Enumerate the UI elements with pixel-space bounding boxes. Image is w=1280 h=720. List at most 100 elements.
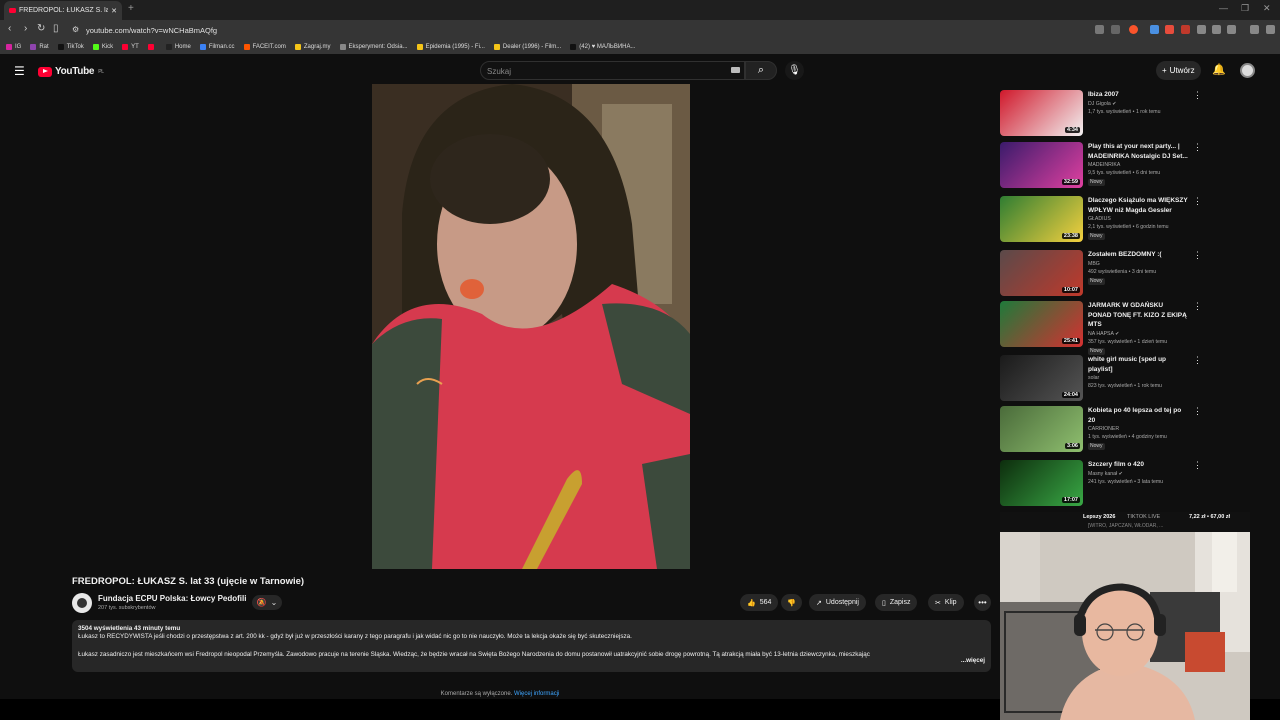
recommendation-title[interactable]: Kobieta po 40 lepsza od tej po 20 (1088, 407, 1181, 424)
more-info-link[interactable]: Więcej informacji (514, 691, 559, 697)
recommendation-item[interactable]: 3:06 Kobieta po 40 lepsza od tej po 20 CAR… (1000, 406, 1202, 456)
extension-icon-1[interactable] (1150, 25, 1159, 34)
like-count: 564 (759, 599, 772, 606)
maximize-icon[interactable]: ❐ (1241, 3, 1249, 14)
bookmark-item[interactable]: Kick (92, 44, 113, 50)
show-more-link[interactable]: ...więcej (957, 657, 985, 664)
bookmark-item[interactable]: Rat (30, 44, 49, 50)
forward-icon[interactable]: › (24, 23, 27, 34)
share-button[interactable]: ↗ Udostępnij (809, 594, 866, 611)
channel-name[interactable]: Fundacja ECPU Polska: Łowcy Pedofili (98, 594, 246, 603)
recommendation-channel[interactable]: DJ Gigola ✔ (1088, 100, 1188, 108)
bookmark-item[interactable]: TikTok (57, 44, 84, 50)
recommendation-title[interactable]: Play this at your next party... | MADEIN… (1088, 143, 1188, 160)
more-options-icon[interactable]: ⋮ (1193, 142, 1202, 153)
more-options-icon[interactable]: ⋮ (1193, 250, 1202, 261)
notifications-bell-icon[interactable]: 🔔 (1212, 63, 1226, 76)
hamburger-menu-icon[interactable]: ☰ (14, 64, 25, 78)
recommendation-channel[interactable]: CARRIONER (1088, 425, 1188, 433)
account-avatar[interactable] (1240, 63, 1255, 78)
recommendation-thumbnail[interactable]: 23:38 (1000, 196, 1083, 242)
tab-close-icon[interactable]: ✕ (111, 7, 117, 15)
clip-button[interactable]: ✂ Klip (928, 594, 964, 611)
more-options-icon[interactable]: ⋮ (1193, 301, 1202, 312)
site-info-icon[interactable]: ⚙ (72, 25, 79, 34)
recommendation-channel[interactable]: Masny kanał ✔ (1088, 470, 1188, 478)
extension-icon-2[interactable] (1165, 25, 1174, 34)
more-options-icon[interactable]: ⋮ (1193, 460, 1202, 471)
recommendation-thumbnail[interactable]: 10:07 (1000, 250, 1083, 296)
subscription-notification-button[interactable]: 🔕 ⌄ (252, 595, 282, 610)
recommendation-item[interactable]: 4:34 Ibiza 2007 DJ Gigola ✔ 1,7 tys. wyświe… (1000, 90, 1202, 140)
download-icon[interactable] (1212, 25, 1221, 34)
recommendation-item[interactable]: 25:41 JARMARK W GDAŃSKU PONAD TONĘ FT. KI… (1000, 301, 1202, 355)
search-button[interactable]: ⌕ (745, 61, 777, 80)
more-options-icon[interactable]: ⋮ (1193, 90, 1202, 101)
recommendation-title[interactable]: Ibiza 2007 (1088, 91, 1119, 98)
bookmark-item[interactable]: Zagraj.my (294, 44, 331, 50)
bookmark-item[interactable]: Filman.cc (199, 44, 235, 50)
playlist-icon[interactable] (1250, 25, 1259, 34)
cast-icon[interactable] (1095, 25, 1104, 34)
bookmark-item[interactable]: (42) ♥ МАЛЬВИНА... (570, 44, 636, 50)
more-options-icon[interactable]: ⋮ (1193, 196, 1202, 207)
browser-tab-active[interactable]: FREDROPOL: ŁUKASZ S. lat 3 ✕ (4, 1, 122, 20)
new-tab-button[interactable]: + (128, 3, 134, 14)
recommendation-thumbnail[interactable]: 17:07 (1000, 460, 1083, 506)
link-icon[interactable] (1227, 25, 1236, 34)
bookmark-item[interactable]: Dealer (1996) - Film... (493, 44, 561, 50)
close-window-icon[interactable]: ✕ (1263, 3, 1271, 14)
recommendation-title[interactable]: white girl music [sped up playlist] (1088, 356, 1166, 373)
bookmark-item[interactable]: IG (6, 44, 21, 50)
bookmark-item[interactable]: Epidemia (1995) - Fi... (416, 44, 485, 50)
more-options-icon[interactable]: ⋮ (1193, 406, 1202, 417)
voice-search-icon[interactable]: 🎙 (785, 61, 804, 80)
video-description[interactable]: 3504 wyświetlenia 43 minuty temu Łukasz … (72, 620, 991, 672)
recommendation-thumbnail[interactable]: 3:06 (1000, 406, 1083, 452)
url-input[interactable]: youtube.com/watch?v=wNCHaBmAQfg (86, 26, 217, 35)
recommendation-title[interactable]: Szczery film o 420 (1088, 461, 1144, 468)
more-actions-button[interactable]: ••• (974, 594, 991, 611)
bookmark-page-icon[interactable]: ▯ (53, 23, 59, 34)
youtube-logo[interactable]: YouTube PL (38, 66, 104, 77)
recommendation-title[interactable]: Zostałem BEZDOMNY :( (1088, 251, 1162, 258)
recommendation-channel[interactable]: MBG (1088, 260, 1188, 268)
recommendation-channel[interactable]: MADEINRIKA (1088, 161, 1188, 169)
recommendation-title[interactable]: Dlaczego Książulo ma WIĘKSZY WPŁYW niż M… (1088, 197, 1188, 214)
recommendation-item[interactable]: 10:07 Zostałem BEZDOMNY :(MBG 492 wyświetl… (1000, 250, 1202, 300)
back-icon[interactable]: ‹ (8, 23, 11, 34)
recommendation-thumbnail[interactable]: 32:59 (1000, 142, 1083, 188)
bookmark-item[interactable]: YT (122, 44, 139, 50)
extension-icon-3[interactable] (1181, 25, 1190, 34)
recommendation-channel[interactable]: GŁADIUS (1088, 215, 1188, 223)
recommendation-channel[interactable]: NA HAPSA ✔ (1088, 330, 1188, 338)
recommendation-thumbnail[interactable]: 25:41 (1000, 301, 1083, 347)
recommendation-channel[interactable]: solar (1088, 374, 1188, 382)
bookmark-item[interactable]: Home (165, 44, 191, 50)
bookmark-item[interactable] (147, 44, 157, 50)
recommendation-item[interactable]: 32:59 Play this at your next party... | M… (1000, 142, 1202, 192)
keyboard-icon[interactable] (731, 67, 740, 73)
minimize-icon[interactable]: — (1219, 3, 1228, 13)
recommendation-title[interactable]: JARMARK W GDAŃSKU PONAD TONĘ FT. KIZO Z … (1088, 302, 1187, 328)
like-button[interactable]: 👍 564 (740, 594, 779, 611)
more-options-icon[interactable]: ⋮ (1193, 355, 1202, 366)
bookmark-item[interactable]: FACEIT.com (243, 44, 286, 50)
recommendation-item[interactable]: 24:04 white girl music [sped up playlist]… (1000, 355, 1202, 405)
share-page-icon[interactable] (1111, 25, 1120, 34)
video-player[interactable] (372, 84, 690, 569)
reload-icon[interactable]: ↻ (37, 23, 45, 34)
recommendation-item[interactable]: 23:38 Dlaczego Książulo ma WIĘKSZY WPŁYW … (1000, 196, 1202, 246)
browser-menu-icon[interactable] (1266, 25, 1275, 34)
create-button[interactable]: + Utwórz (1156, 61, 1201, 80)
save-button[interactable]: ▯ Zapisz (875, 594, 918, 611)
channel-avatar[interactable] (72, 593, 92, 613)
extensions-puzzle-icon[interactable] (1197, 25, 1206, 34)
bookmark-item[interactable]: Eksperyment: Odsia... (339, 44, 408, 50)
recommendation-thumbnail[interactable]: 4:34 (1000, 90, 1083, 136)
dislike-button[interactable]: 👎 (781, 594, 802, 611)
recommendation-item[interactable]: 17:07 Szczery film o 420 Masny kanał ✔ 241 … (1000, 460, 1202, 510)
recommendation-thumbnail[interactable]: 24:04 (1000, 355, 1083, 401)
brave-shield-icon[interactable] (1129, 25, 1138, 34)
search-input[interactable]: Szukaj (480, 61, 745, 80)
